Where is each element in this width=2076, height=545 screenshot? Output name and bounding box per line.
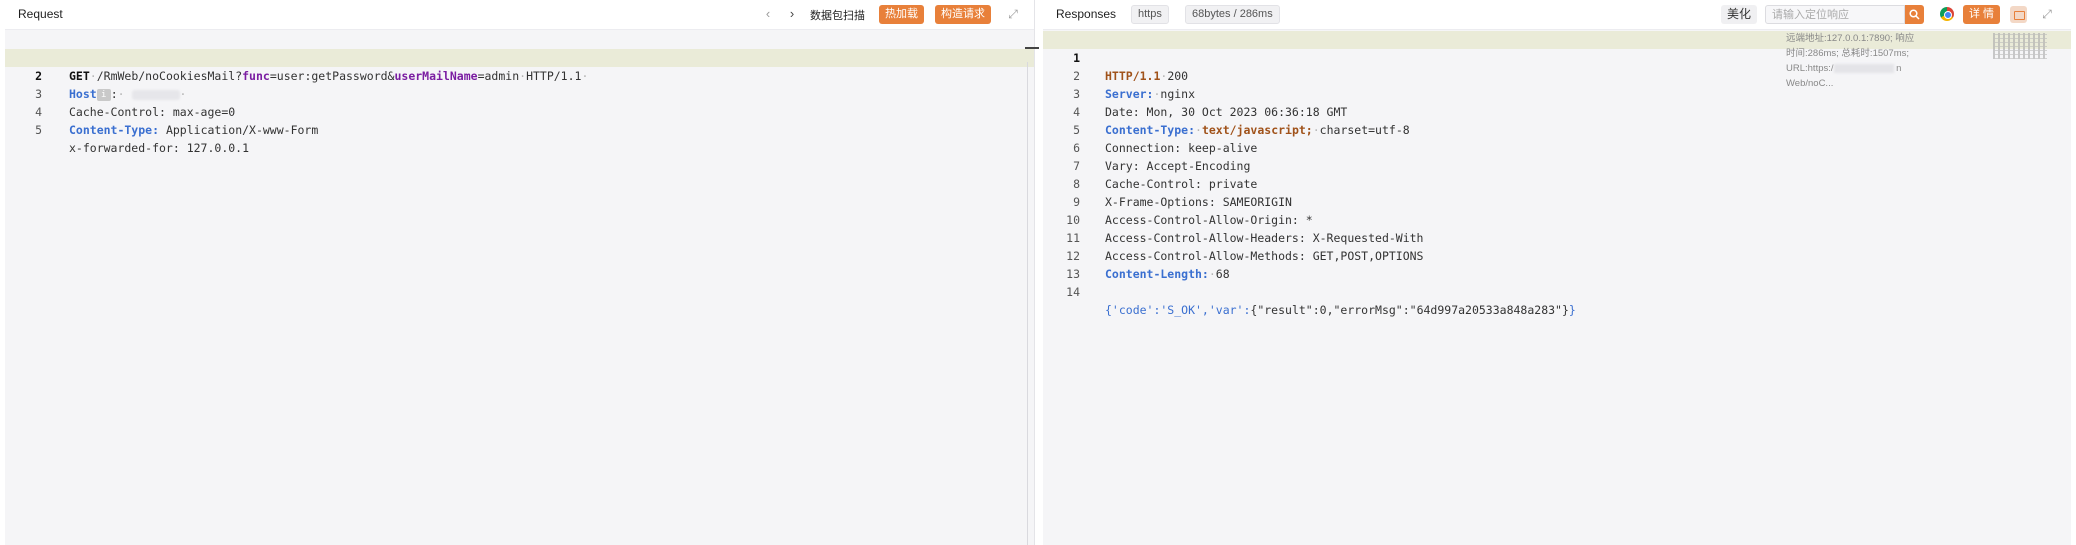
size-time-tag: 68bytes / 286ms	[1185, 5, 1280, 24]
remote-address-text: 远端地址:127.0.0.1:7890; 响应	[1786, 33, 1915, 44]
chevron-left-icon[interactable]: ‹	[761, 6, 775, 21]
code-line: 4 Content-Type: Application/X-www-Form	[35, 105, 319, 137]
code-line: 8 X-Frame-Options: SAMEORIGIN	[1073, 177, 1292, 209]
hot-load-button[interactable]: 热加载	[879, 5, 924, 24]
response-toolbar: Responses https 68bytes / 286ms 美化 详 情 ⤢	[1043, 0, 2071, 30]
response-meta-info: 远端地址:127.0.0.1:7890; 响应 时间:286ms; 总耗时:15…	[1786, 31, 1956, 91]
chrome-icon[interactable]	[1940, 7, 1954, 21]
url-text: URL:https:/ n	[1786, 63, 1902, 74]
code-line: 13	[1066, 267, 1080, 281]
request-pane: Request ‹ › 数据包扫描 热加载 构造请求 ⤢ 1 GET·/RmWe…	[5, 0, 1039, 545]
timing-text: 时间:286ms; 总耗时:1507ms;	[1786, 48, 1910, 59]
beautify-button[interactable]: 美化	[1721, 5, 1758, 24]
search-input[interactable]	[1765, 5, 1905, 24]
code-line: 6 Vary: Accept-Encoding	[1073, 141, 1251, 173]
editor-divider	[1027, 62, 1028, 545]
build-request-button[interactable]: 构造请求	[935, 5, 991, 24]
code-line: 10 Access-Control-Allow-Headers: X-Reque…	[1066, 213, 1424, 245]
search-icon	[1909, 9, 1920, 20]
response-title: Responses	[1056, 7, 1117, 21]
packet-scan-button[interactable]: 数据包扫描	[810, 7, 865, 23]
chevron-right-icon[interactable]: ›	[785, 6, 799, 21]
code-line: 5 Connection: keep-alive	[1073, 123, 1258, 155]
request-title: Request	[18, 7, 63, 21]
expand-icon[interactable]: ⤢	[2040, 7, 2054, 21]
search-button[interactable]	[1905, 5, 1924, 24]
expand-icon[interactable]: ⤢	[1006, 7, 1020, 21]
code-line: 7 Cache-Control: private	[1073, 159, 1258, 191]
request-editor[interactable]: 1 GET·/RmWeb/noCookiesMail?func=user:get…	[5, 31, 1034, 545]
code-line: 12 Content-Length:·68	[1066, 249, 1230, 281]
code-line: 14 {'code':'S_OK','var':{"result":0,"err…	[1066, 285, 1576, 317]
url-text-line2: Web/noC...	[1786, 78, 1834, 89]
code-line: 9 Access-Control-Allow-Origin: *	[1073, 195, 1313, 227]
detail-button[interactable]: 详 情	[1963, 5, 2001, 24]
qr-code-image	[1993, 33, 2047, 59]
response-editor[interactable]: 1 HTTP/1.1·200 2 Server:·nginx 3 Date: M…	[1043, 31, 2071, 545]
scheme-tag: https	[1131, 5, 1169, 24]
code-line: 5 x-forwarded-for: 127.0.0.1	[35, 123, 250, 155]
response-pane: Responses https 68bytes / 286ms 美化 详 情 ⤢…	[1043, 0, 2071, 545]
scrollbar-thumb[interactable]	[1025, 47, 1039, 49]
code-line: 3 Cache-Control: max-age=0	[35, 87, 236, 119]
code-line: 11 Access-Control-Allow-Methods: GET,POS…	[1066, 231, 1424, 263]
redacted-url	[1833, 63, 1894, 73]
code-line: 2 Host i:· ·	[5, 49, 1034, 101]
code-line: 1 GET·/RmWeb/noCookiesMail?func=user:get…	[35, 51, 589, 83]
message-icon[interactable]	[2010, 6, 2027, 23]
request-toolbar: Request ‹ › 数据包扫描 热加载 构造请求 ⤢	[5, 0, 1034, 30]
